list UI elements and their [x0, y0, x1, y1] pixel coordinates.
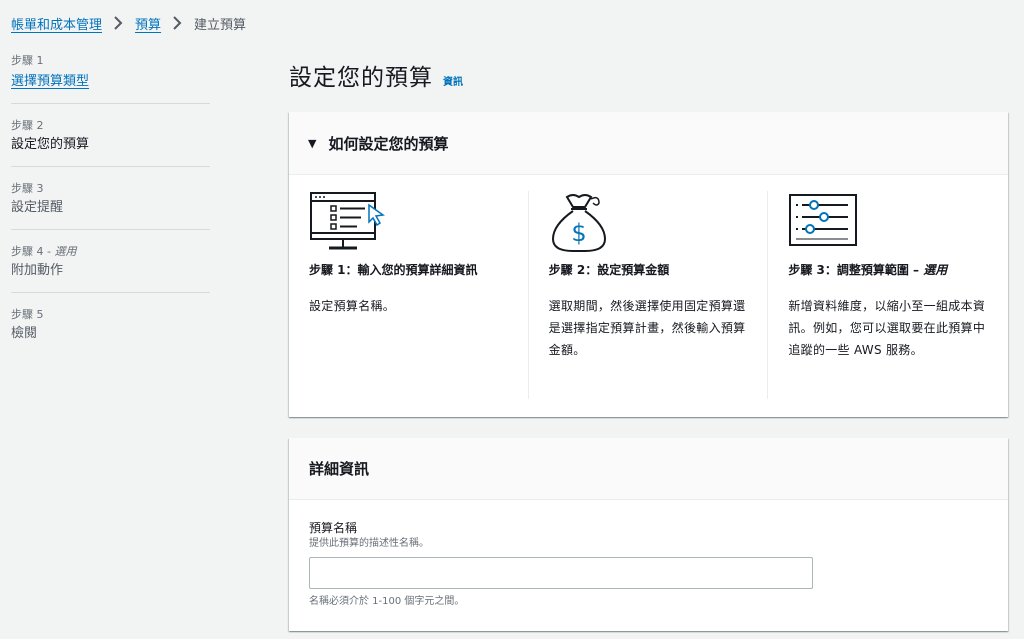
- how-to-panel-header[interactable]: ▼ 如何設定您的預算: [289, 112, 1008, 175]
- budget-name-description: 提供此預算的描述性名稱。: [309, 538, 429, 549]
- optional-tag: 選用: [54, 245, 77, 258]
- budget-name-constraint: 名稱必須介於 1-100 個字元之間。: [309, 596, 465, 607]
- step-label-review: 檢閱: [11, 326, 38, 341]
- how-to-columns: 步驟 1：輸入您的預算詳細資訊 設定預算名稱。 $ 步驟 2：設定預算金額 選取…: [289, 175, 1008, 399]
- page-header: 設定您的預算 資訊: [289, 58, 463, 92]
- svg-text:$: $: [571, 219, 586, 247]
- details-panel: 詳細資訊 預算名稱 提供此預算的描述性名稱。 名稱必須介於 1-100 個字元之…: [289, 438, 1008, 631]
- money-bag-icon: $: [549, 191, 748, 255]
- how-to-step-desc: 選取期間，然後選擇使用固定預算還是選擇指定預算計畫，然後輸入預算金額。: [548, 299, 746, 357]
- how-to-step-desc: 新增資料維度，以縮小至一組成本資訊。例如，您可以選取要在此預算中追蹤的一些 AW…: [788, 299, 986, 357]
- step-label-attach-actions: 附加動作: [11, 263, 64, 278]
- chevron-right-icon: [173, 16, 182, 30]
- step-label-set-alerts: 設定提醒: [11, 200, 64, 215]
- step-number: 步驟 2: [11, 119, 44, 132]
- step-number: 步驟 1: [11, 54, 44, 67]
- sliders-icon: [788, 191, 988, 255]
- how-to-step-title: 步驟 1：輸入您的預算詳細資訊: [309, 263, 478, 277]
- breadcrumb: 帳單和成本管理 預算 建立預算: [11, 13, 246, 33]
- wizard-step-1: 步驟 1 選擇預算類型: [11, 52, 210, 104]
- caret-down-icon[interactable]: ▼: [308, 137, 316, 150]
- breadcrumb-current: 建立預算: [194, 17, 247, 33]
- how-to-step-title: 步驟 3：調整預算範圍 – 選用: [788, 263, 948, 277]
- budget-name-input[interactable]: [309, 557, 813, 589]
- how-to-step-title: 步驟 2：設定預算金額: [548, 263, 670, 277]
- step-link-choose-budget-type[interactable]: 選擇預算類型: [11, 74, 89, 89]
- step-label-set-budget: 設定您的預算: [11, 137, 90, 152]
- details-panel-header: 詳細資訊: [289, 438, 1008, 500]
- wizard-step-3: 步驟 3 設定提醒: [11, 180, 210, 230]
- wizard-step-2: 步驟 2 設定您的預算: [11, 117, 210, 167]
- wizard-step-5: 步驟 5 檢閱: [11, 306, 210, 355]
- step-number: 步驟 3: [11, 182, 44, 195]
- how-to-panel: ▼ 如何設定您的預算 步驟 1：輸入您的預算詳細資訊 設定預算名稱。 $ 步驟 …: [289, 112, 1008, 417]
- step-number: 步驟 5: [11, 308, 44, 321]
- budget-name-field: 預算名稱 提供此預算的描述性名稱。 名稱必須介於 1-100 個字元之間。: [289, 500, 1008, 609]
- optional-tag: 選用: [923, 263, 948, 277]
- breadcrumb-budgets[interactable]: 預算: [135, 14, 161, 33]
- monitor-form-icon: [309, 191, 508, 255]
- info-link[interactable]: 資訊: [443, 73, 463, 88]
- breadcrumb-billing[interactable]: 帳單和成本管理: [11, 14, 102, 33]
- step-number: 步驟 4 - 選用: [11, 245, 77, 258]
- how-to-step-desc: 設定預算名稱。: [309, 299, 396, 313]
- wizard-step-4: 步驟 4 - 選用 附加動作: [11, 243, 210, 293]
- how-to-column-2: $ 步驟 2：設定預算金額 選取期間，然後選擇使用固定預算還是選擇指定預算計畫，…: [529, 191, 769, 399]
- how-to-column-3: 步驟 3：調整預算範圍 – 選用 新增資料維度，以縮小至一組成本資訊。例如，您可…: [768, 191, 1008, 399]
- how-to-column-1: 步驟 1：輸入您的預算詳細資訊 設定預算名稱。: [289, 191, 529, 399]
- budget-name-label: 預算名稱: [309, 521, 358, 535]
- details-panel-title: 詳細資訊: [309, 460, 370, 478]
- how-to-panel-title: 如何設定您的預算: [328, 134, 449, 153]
- wizard-steps-nav: 步驟 1 選擇預算類型 步驟 2 設定您的預算 步驟 3 設定提醒 步驟 4 -…: [11, 52, 210, 368]
- chevron-right-icon: [114, 16, 123, 30]
- page-title: 設定您的預算: [289, 65, 433, 91]
